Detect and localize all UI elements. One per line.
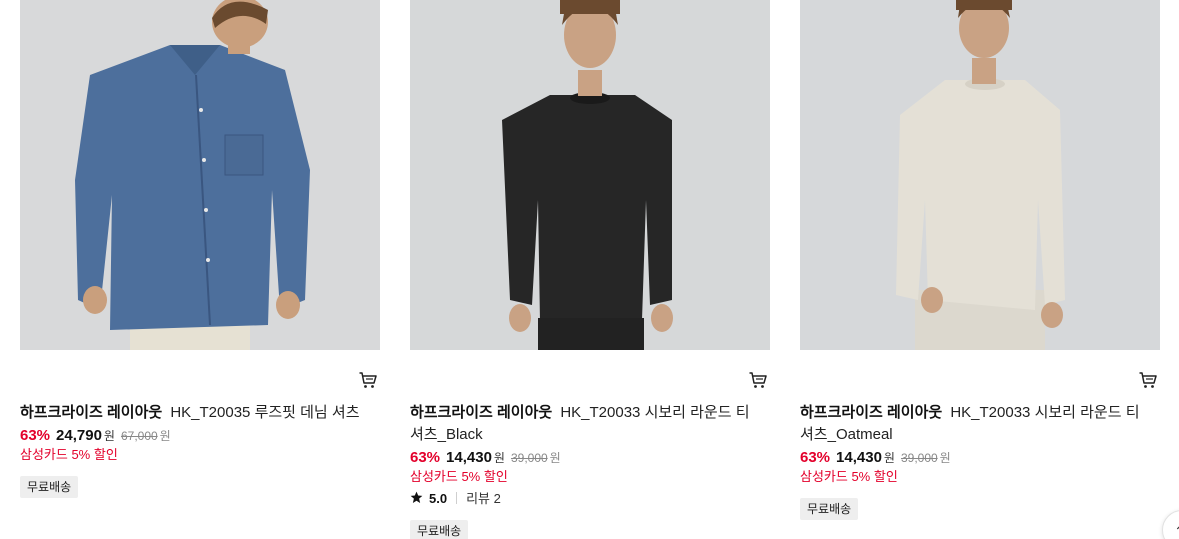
rating-row: 5.0 리뷰 2 (410, 490, 501, 508)
original-price: 67,000 (120, 429, 158, 443)
discount-rate: 63% (410, 449, 441, 466)
product-name: HK_T20035 루즈핏 데님 셔츠 (170, 404, 360, 421)
product-grid: 하프크라이즈 레이아웃 HK_T20035 루즈핏 데님 셔츠 63% 24,79… (0, 0, 1179, 539)
rating-score: 5.0 (429, 491, 448, 506)
add-to-cart-icon[interactable] (748, 370, 768, 390)
price-box: 63% 14,430 원 39,000 원 삼성카드 5% 할인 (410, 448, 760, 486)
chevron-up-icon: ⌃ (1174, 523, 1179, 539)
product-title[interactable]: 하프크라이즈 레이아웃 HK_T20035 루즈핏 데님 셔츠 (20, 402, 370, 424)
product-brand: 하프크라이즈 레이아웃 (20, 404, 163, 421)
original-price-unit: 원 (159, 429, 171, 443)
discount-rate: 63% (800, 449, 831, 466)
product-brand: 하프크라이즈 레이아웃 (410, 404, 553, 421)
card-benefit: 삼성카드 5% 할인 (410, 469, 508, 484)
price-unit: 원 (883, 451, 895, 465)
free-shipping-badge: 무료배송 (20, 476, 79, 498)
sale-price: 14,430 (836, 449, 882, 466)
sale-price: 24,790 (56, 427, 102, 444)
product-title[interactable]: 하프크라이즈 레이아웃 HK_T20033 시보리 라운드 티셔츠_Oatmea… (800, 402, 1150, 446)
add-to-cart-icon[interactable] (358, 370, 378, 390)
product-card[interactable]: 하프크라이즈 레이아웃 HK_T20035 루즈핏 데님 셔츠 63% 24,79… (20, 0, 380, 498)
product-image-oatmeal-sweatshirt[interactable] (800, 0, 1160, 350)
original-price-unit: 원 (939, 451, 951, 465)
original-price: 39,000 (510, 451, 548, 465)
product-image-black-sweatshirt[interactable] (410, 0, 770, 350)
card-benefit: 삼성카드 5% 할인 (20, 447, 118, 462)
price-unit: 원 (103, 429, 115, 443)
original-price-unit: 원 (549, 451, 561, 465)
card-benefit: 삼성카드 5% 할인 (800, 469, 898, 484)
product-brand: 하프크라이즈 레이아웃 (800, 404, 943, 421)
divider (456, 492, 458, 504)
free-shipping-badge: 무료배송 (410, 520, 469, 539)
price-box: 63% 14,430 원 39,000 원 삼성카드 5% 할인 (800, 448, 1150, 486)
free-shipping-badge: 무료배송 (800, 498, 859, 520)
product-image-denim-shirt[interactable] (20, 0, 380, 350)
black-sweatshirt-photo-icon (410, 0, 770, 350)
discount-rate: 63% (20, 427, 51, 444)
price-box: 63% 24,790 원 67,000 원 삼성카드 5% 할인 (20, 426, 370, 464)
oatmeal-sweatshirt-photo-icon (800, 0, 1160, 350)
price-unit: 원 (493, 451, 505, 465)
sale-price: 14,430 (446, 449, 492, 466)
product-card[interactable]: 하프크라이즈 레이아웃 HK_T20033 시보리 라운드 티셔츠_Oatmea… (800, 0, 1160, 520)
review-count[interactable]: 리뷰 2 (466, 491, 501, 506)
product-card[interactable]: 하프크라이즈 레이아웃 HK_T20033 시보리 라운드 티셔츠_Black … (410, 0, 770, 539)
denim-shirt-photo-icon (20, 0, 380, 350)
original-price: 39,000 (900, 451, 938, 465)
product-title[interactable]: 하프크라이즈 레이아웃 HK_T20033 시보리 라운드 티셔츠_Black (410, 402, 760, 446)
add-to-cart-icon[interactable] (1138, 370, 1158, 390)
star-icon (410, 491, 423, 504)
